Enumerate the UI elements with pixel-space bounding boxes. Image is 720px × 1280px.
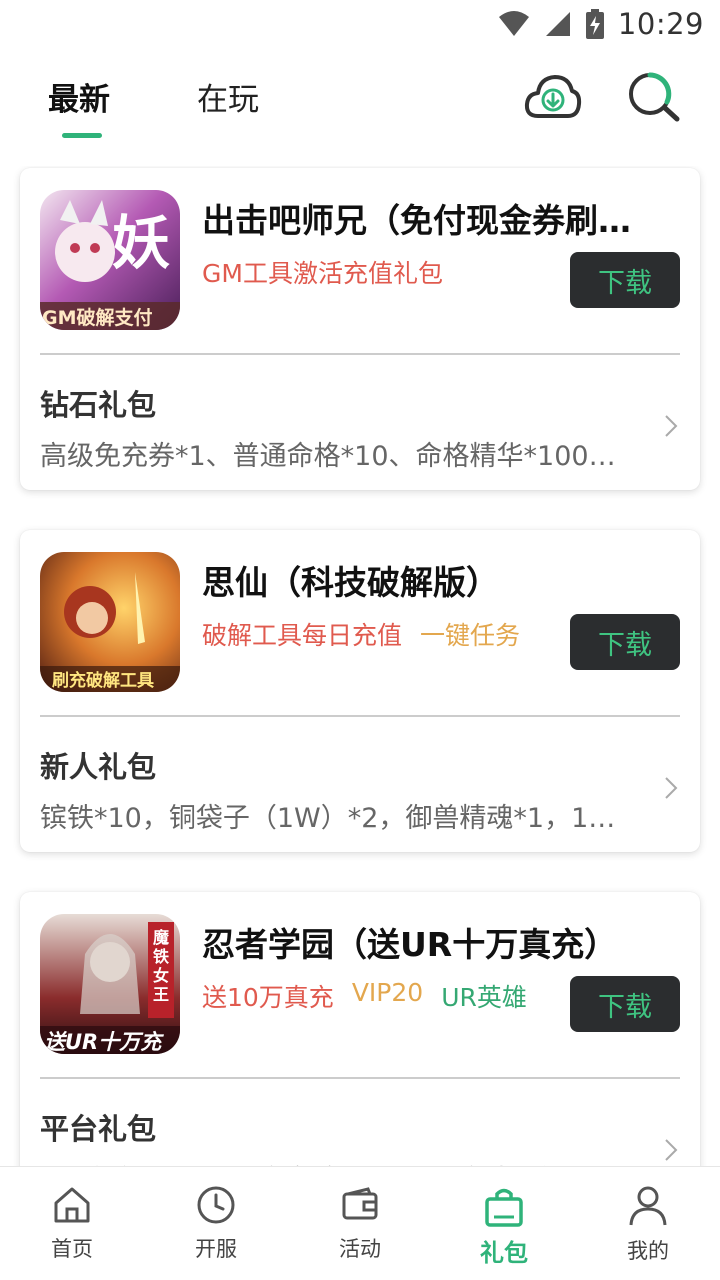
game-icon[interactable]: 魔铁女王 送UR十万充 [40,914,180,1054]
nav-events[interactable]: 活动 [288,1167,432,1280]
nav-profile-label: 我的 [627,1239,669,1263]
divider [40,353,680,355]
game-tag: VIP20 [351,978,424,1007]
top-header: 最新 在玩 [0,56,720,152]
gift-list: 妖 GM破解支付 出击吧师兄（免付现金券刷… GM工具激活充值礼包 下载 钻石礼… [0,166,720,1166]
game-title[interactable]: 忍者学园（送UR十万真充） [202,918,682,966]
divider [40,1077,680,1079]
chevron-right-icon[interactable] [664,776,678,800]
gift-pack-description: 高级免充券*1、普通命格*10、命格精华*100… [40,441,616,472]
game-tag: GM工具激活充值礼包 [202,259,443,288]
game-gift-card[interactable]: 魔铁女王 送UR十万充 忍者学园（送UR十万真充） 送10万真充 VIP20 U… [20,892,700,1166]
game-icon[interactable]: 妖 GM破解支付 [40,190,180,330]
game-icon-side-title: 魔铁女王 [153,928,170,1004]
status-time: 10:29 [617,7,704,41]
game-gift-card[interactable]: 妖 GM破解支付 出击吧师兄（免付现金券刷… GM工具激活充值礼包 下载 钻石礼… [20,168,700,490]
wifi-icon [498,11,529,36]
nav-gifts[interactable]: 礼包 [432,1167,576,1280]
active-tab-indicator [62,133,102,138]
nav-gifts-label: 礼包 [480,1239,528,1267]
game-tag: 一键任务 [420,621,521,650]
download-button[interactable]: 下载 [570,252,680,308]
gift-bag-icon [485,1188,523,1227]
download-button[interactable]: 下载 [570,976,680,1032]
search-icon [629,72,680,122]
cloud-download-icon [524,75,582,118]
game-tags: GM工具激活充值礼包 [202,254,443,290]
download-manager-button[interactable] [524,72,582,124]
divider [40,715,680,717]
tab-latest[interactable]: 最新 [48,74,110,119]
wallet-icon [342,1187,378,1220]
game-tags: 破解工具每日充值 一键任务 [202,616,520,652]
game-tag: UR英雄 [441,983,527,1012]
game-tag: 破解工具每日充值 [202,621,403,650]
chevron-right-icon[interactable] [664,1138,678,1162]
clock-icon [197,1186,235,1224]
gift-pack-name[interactable]: 平台礼包 [40,1106,156,1148]
status-bar: 10:29 [0,0,720,48]
bottom-navigation: 首页 开服 活动 礼包 我的 [0,1166,720,1280]
game-tags: 送10万真充 VIP20 UR英雄 [202,978,527,1014]
user-icon [629,1186,667,1226]
download-button[interactable]: 下载 [570,614,680,670]
game-tag: 送10万真充 [202,983,334,1012]
game-icon-banner: 送UR十万充 [44,1030,162,1054]
search-button[interactable] [626,72,684,128]
cellular-signal-icon [545,12,570,36]
home-icon [54,1187,90,1223]
game-icon-banner: GM破解支付 [42,307,153,329]
game-icon-glyph: 妖 [112,209,171,277]
game-title[interactable]: 思仙（科技破解版） [202,556,682,604]
nav-server-open-label: 开服 [195,1237,237,1261]
gift-pack-name[interactable]: 新人礼包 [40,744,156,786]
game-gift-card[interactable]: 刷充破解工具 思仙（科技破解版） 破解工具每日充值 一键任务 下载 新人礼包 镔… [20,530,700,852]
gift-pack-description: 镔铁*10，铜袋子（1W）*2，御兽精魂*1，1… [40,803,616,834]
tab-playing[interactable]: 在玩 [197,74,259,119]
chevron-right-icon[interactable] [664,414,678,438]
nav-home[interactable]: 首页 [0,1167,144,1280]
game-icon-banner: 刷充破解工具 [52,671,154,691]
nav-profile[interactable]: 我的 [576,1167,720,1280]
game-title[interactable]: 出击吧师兄（免付现金券刷… [202,194,682,242]
nav-home-label: 首页 [51,1237,93,1261]
gift-pack-name[interactable]: 钻石礼包 [40,382,156,424]
gift-pack-description: 1元真充点*100，魔窟镜子*300，魔法图纸*5… [40,1158,640,1166]
battery-charging-icon [585,9,604,39]
nav-events-label: 活动 [339,1237,381,1261]
nav-server-open[interactable]: 开服 [144,1167,288,1280]
game-icon[interactable]: 刷充破解工具 [40,552,180,692]
